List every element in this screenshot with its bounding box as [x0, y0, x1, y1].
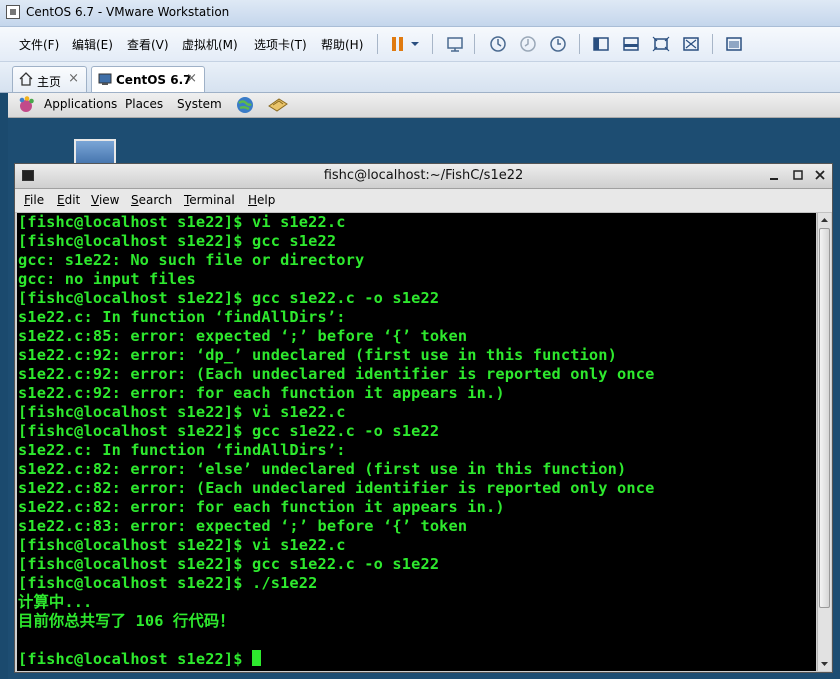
close-icon[interactable]: ×: [68, 71, 79, 86]
places-menu[interactable]: Places: [125, 97, 163, 111]
minimize-icon[interactable]: [765, 167, 783, 184]
terminal-line: [fishc@localhost s1e22]$ vi s1e22.c: [18, 213, 346, 231]
terminal-menu-help[interactable]: Help: [248, 193, 275, 207]
terminal-line: [fishc@localhost s1e22]$ gcc s1e22.c -o …: [18, 422, 440, 440]
pause-icon[interactable]: [389, 35, 407, 53]
terminal-line: s1e22.c: In function ‘findAllDirs’:: [18, 308, 346, 326]
console-view-icon[interactable]: [622, 35, 640, 53]
web-browser-icon[interactable]: [235, 95, 255, 118]
vmware-app-icon: [6, 5, 20, 19]
tab-centos-label: CentOS 6.7: [116, 73, 192, 87]
terminal-line: [fishc@localhost s1e22]$ gcc s1e22.c -o …: [18, 289, 440, 307]
revert-snapshot-icon[interactable]: [519, 35, 537, 53]
gnome-foot-icon: [16, 95, 36, 118]
menu-view[interactable]: 查看(V): [127, 36, 169, 53]
send-ctrl-alt-del-icon[interactable]: [446, 35, 464, 53]
tab-home[interactable]: 主页 ×: [12, 66, 87, 92]
scroll-down-icon[interactable]: [818, 657, 831, 671]
tab-home-label: 主页: [37, 75, 62, 89]
terminal-prompt: [fishc@localhost s1e22]$: [18, 650, 252, 668]
text-cursor: [252, 650, 261, 666]
terminal-line: s1e22.c:82: error: for each function it …: [18, 498, 505, 516]
close-icon[interactable]: [811, 167, 829, 184]
tab-centos[interactable]: CentOS 6.7 ×: [91, 66, 205, 92]
mail-icon[interactable]: [267, 96, 289, 117]
terminal-line: s1e22.c:92: error: for each function it …: [18, 384, 505, 402]
terminal-line: [fishc@localhost s1e22]$ vi s1e22.c: [18, 403, 346, 421]
vmware-tab-strip: 主页 × CentOS 6.7 ×: [0, 62, 840, 93]
terminal-line: s1e22.c:92: error: (Each undeclared iden…: [18, 365, 655, 383]
terminal-line: s1e22.c:83: error: expected ‘;’ before ‘…: [18, 517, 468, 535]
terminal-output[interactable]: [fishc@localhost s1e22]$ vi s1e22.c [fis…: [17, 213, 816, 671]
vmware-menubar: 文件(F) 编辑(E) 查看(V) 虚拟机(M) 选项卡(T) 帮助(H): [0, 27, 840, 62]
terminal-line: s1e22.c:85: error: expected ‘;’ before ‘…: [18, 327, 468, 345]
terminal-line: [fishc@localhost s1e22]$ gcc s1e22: [18, 232, 337, 250]
terminal-line: [fishc@localhost s1e22]$ gcc s1e22.c -o …: [18, 555, 440, 573]
terminal-line: 目前你总共写了 106 行代码！: [18, 612, 235, 630]
terminal-line: gcc: no input files: [18, 270, 196, 288]
applications-menu[interactable]: Applications: [44, 97, 117, 111]
terminal-titlebar[interactable]: fishc@localhost:~/FishC/s1e22: [15, 164, 832, 189]
menu-vm[interactable]: 虚拟机(M): [182, 36, 238, 53]
system-menu[interactable]: System: [177, 97, 222, 111]
terminal-menu-edit[interactable]: Edit: [57, 193, 80, 207]
power-dropdown-icon[interactable]: [409, 35, 421, 53]
scroll-up-icon[interactable]: [818, 213, 831, 227]
terminal-line: gcc: s1e22: No such file or directory: [18, 251, 365, 269]
library-view-icon[interactable]: [725, 35, 743, 53]
terminal-menu-search[interactable]: Search: [131, 193, 172, 207]
menu-edit[interactable]: 编辑(E): [72, 36, 113, 53]
terminal-line: s1e22.c: In function ‘findAllDirs’:: [18, 441, 346, 459]
terminal-scrollbar[interactable]: [817, 213, 831, 671]
close-icon[interactable]: ×: [186, 71, 197, 86]
terminal-line: s1e22.c:92: error: ‘dp_’ undeclared (fir…: [18, 346, 618, 364]
unity-icon[interactable]: [682, 35, 700, 53]
terminal-prompt-line[interactable]: [fishc@localhost s1e22]$: [18, 650, 654, 669]
scroll-thumb[interactable]: [819, 228, 830, 608]
vmware-titlebar: CentOS 6.7 - VMware Workstation: [0, 0, 840, 27]
menu-help[interactable]: 帮助(H): [321, 36, 363, 53]
vm-icon: [98, 73, 112, 89]
terminal-line: [fishc@localhost s1e22]$ ./s1e22: [18, 574, 318, 592]
terminal-title: fishc@localhost:~/FishC/s1e22: [323, 168, 524, 183]
terminal-window: fishc@localhost:~/FishC/s1e22 File Edit …: [14, 163, 833, 673]
snapshot-icon[interactable]: [489, 35, 507, 53]
terminal-menu-terminal[interactable]: Terminal: [184, 193, 235, 207]
menu-tabs[interactable]: 选项卡(T): [254, 36, 307, 53]
terminal-line: s1e22.c:82: error: (Each undeclared iden…: [18, 479, 655, 497]
fullscreen-icon[interactable]: [652, 35, 670, 53]
terminal-line: [fishc@localhost s1e22]$ vi s1e22.c: [18, 536, 346, 554]
menu-file[interactable]: 文件(F): [19, 36, 59, 53]
terminal-menubar: File Edit View Search Terminal Help: [15, 189, 832, 213]
terminal-menu-file[interactable]: File: [24, 193, 44, 207]
gnome-top-panel: Applications Places System: [8, 93, 840, 118]
terminal-line: s1e22.c:82: error: ‘else’ undeclared (fi…: [18, 460, 627, 478]
maximize-icon[interactable]: [789, 167, 807, 184]
terminal-menu-view[interactable]: View: [91, 193, 119, 207]
terminal-line: 计算中...: [18, 593, 93, 611]
vmware-window-title: CentOS 6.7 - VMware Workstation: [26, 5, 230, 19]
sidebar-toggle-icon[interactable]: [592, 35, 610, 53]
home-icon: [19, 72, 33, 89]
snapshot-manager-icon[interactable]: [549, 35, 567, 53]
